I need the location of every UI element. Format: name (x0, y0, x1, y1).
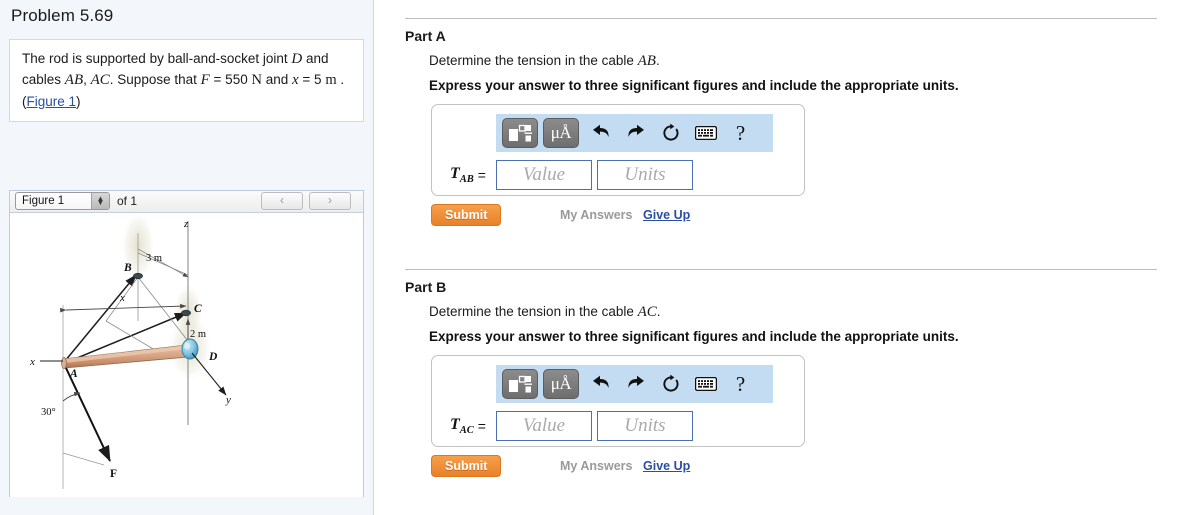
problem-sidebar: Problem 5.69 The rod is supported by bal… (0, 0, 374, 515)
part-b-answer-row: TAC = Value Units (450, 411, 698, 441)
statement-text-3: . Suppose that (109, 72, 201, 88)
figure-label-b: B (123, 262, 132, 274)
part-b-title: Part B (405, 279, 447, 295)
figure-select-value: Figure 1 (22, 195, 65, 207)
chevron-down-icon: ▼ (96, 198, 105, 207)
figure-toolbar: Figure 1 ▲ ▼ of 1 ‹ › (10, 191, 363, 213)
svg-text:z: z (183, 218, 189, 230)
units-label: μÅ (550, 123, 572, 142)
part-a-question: Determine the tension in the cable AB. (429, 53, 660, 70)
part-a-math-toolbar: μÅ ? (496, 114, 773, 152)
figure-next-button[interactable]: › (309, 192, 351, 210)
statement-comma: , (83, 72, 91, 88)
figure-label-dim-x: x (119, 292, 125, 304)
question-symbol-ac: AC (637, 304, 657, 320)
part-b-my-answers-link[interactable]: My Answers (560, 459, 632, 473)
part-a-give-up-link[interactable]: Give Up (643, 208, 690, 222)
part-b-answer-box: μÅ ? TAC = Value Units (431, 355, 805, 447)
question-text: Determine the tension in the cable (429, 304, 638, 319)
keyboard-icon[interactable] (689, 369, 722, 399)
undo-arrow-icon[interactable] (584, 118, 617, 148)
figure-count-label: of 1 (117, 194, 138, 208)
unit-newton: N (251, 72, 262, 89)
figure-label-axis-y: y (225, 394, 231, 406)
symbol-joint-d: D (291, 51, 303, 67)
part-a-value-input[interactable]: Value (495, 160, 592, 190)
keyboard-icon[interactable] (689, 118, 722, 148)
part-b-units-input[interactable]: Units (596, 411, 693, 441)
part-b-submit-button[interactable]: Submit (431, 455, 502, 477)
symbol-cable-ab: AB (64, 72, 84, 89)
question-period: . (656, 304, 661, 319)
figure-1-link[interactable]: Figure 1 (27, 94, 77, 109)
statement-text-6: = 5 (298, 72, 326, 88)
help-icon[interactable]: ? (724, 369, 757, 399)
equals-sign: = (477, 418, 486, 434)
part-a-instruction: Express your answer to three significant… (429, 78, 959, 93)
reset-circle-icon[interactable] (654, 118, 687, 148)
problem-statement: The rod is supported by ball-and-socket … (9, 39, 364, 122)
part-b-value-input[interactable]: Value (495, 411, 592, 441)
figure-label-angle: 30° (41, 407, 56, 418)
part-a-answer-label: TAB (450, 164, 474, 186)
part-a-my-answers-link[interactable]: My Answers (560, 208, 632, 222)
part-b-give-up-link[interactable]: Give Up (643, 459, 690, 473)
math-template-icon[interactable] (502, 369, 538, 399)
symbol-force-f: F (200, 72, 210, 89)
figure-prev-button[interactable]: ‹ (261, 192, 303, 210)
figure-label-d: D (208, 351, 218, 363)
part-divider (405, 269, 1157, 270)
part-b-answer-label: TAC (450, 415, 474, 437)
figure-select-stepper[interactable]: ▲ ▼ (91, 193, 109, 209)
redo-arrow-icon[interactable] (619, 369, 652, 399)
reset-circle-icon[interactable] (654, 369, 687, 399)
figure-label-c: C (194, 303, 202, 315)
figure-label-force-f: F (110, 468, 117, 480)
figure-label-axis-x: x (29, 356, 35, 368)
parts-container: Part A Determine the tension in the cabl… (374, 0, 1188, 515)
problem-page: Problem 5.69 The rod is supported by bal… (0, 0, 1188, 515)
figure-image: z x 3 m 2 m B C D A x y 30° F (10, 213, 363, 497)
units-label: μÅ (550, 374, 572, 393)
statement-text-1: The rod is supported by ball-and-socket … (22, 51, 292, 66)
part-a-units-input[interactable]: Units (596, 160, 693, 190)
equals-sign: = (477, 167, 486, 183)
symbol-distance-x: x (291, 72, 299, 89)
redo-arrow-icon[interactable] (619, 118, 652, 148)
statement-text-8: ) (76, 93, 81, 109)
statement-text-5: and (261, 72, 292, 88)
units-micro-angstrom-icon[interactable]: μÅ (543, 369, 579, 399)
math-template-icon[interactable] (502, 118, 538, 148)
unit-meter: m (325, 72, 337, 89)
symbol-cable-ac: AC (90, 72, 110, 89)
part-b-question: Determine the tension in the cable AC. (429, 304, 661, 321)
figure-label-3m: 3 m (146, 253, 162, 264)
question-period: . (655, 53, 660, 68)
question-symbol-ab: AB (637, 53, 656, 69)
part-a-submit-button[interactable]: Submit (431, 204, 502, 226)
part-a-title: Part A (405, 28, 446, 44)
statement-text-4: = 550 (209, 72, 252, 88)
undo-arrow-icon[interactable] (584, 369, 617, 399)
page-title: Problem 5.69 (11, 6, 114, 25)
help-icon[interactable]: ? (724, 118, 757, 148)
figure-label-2m: 2 m (190, 329, 206, 340)
units-micro-angstrom-icon[interactable]: μÅ (543, 118, 579, 148)
question-text: Determine the tension in the cable (429, 53, 638, 68)
part-b-math-toolbar: μÅ ? (496, 365, 773, 403)
part-divider (405, 18, 1157, 19)
figure-panel: Figure 1 ▲ ▼ of 1 ‹ › z x 3 m 2 m B C D … (9, 190, 364, 497)
part-a-answer-row: TAB = Value Units (450, 160, 698, 190)
part-a-answer-box: μÅ ? TAB = Value Units (431, 104, 805, 196)
figure-select[interactable]: Figure 1 ▲ ▼ (15, 192, 110, 210)
part-b-instruction: Express your answer to three significant… (429, 329, 959, 344)
